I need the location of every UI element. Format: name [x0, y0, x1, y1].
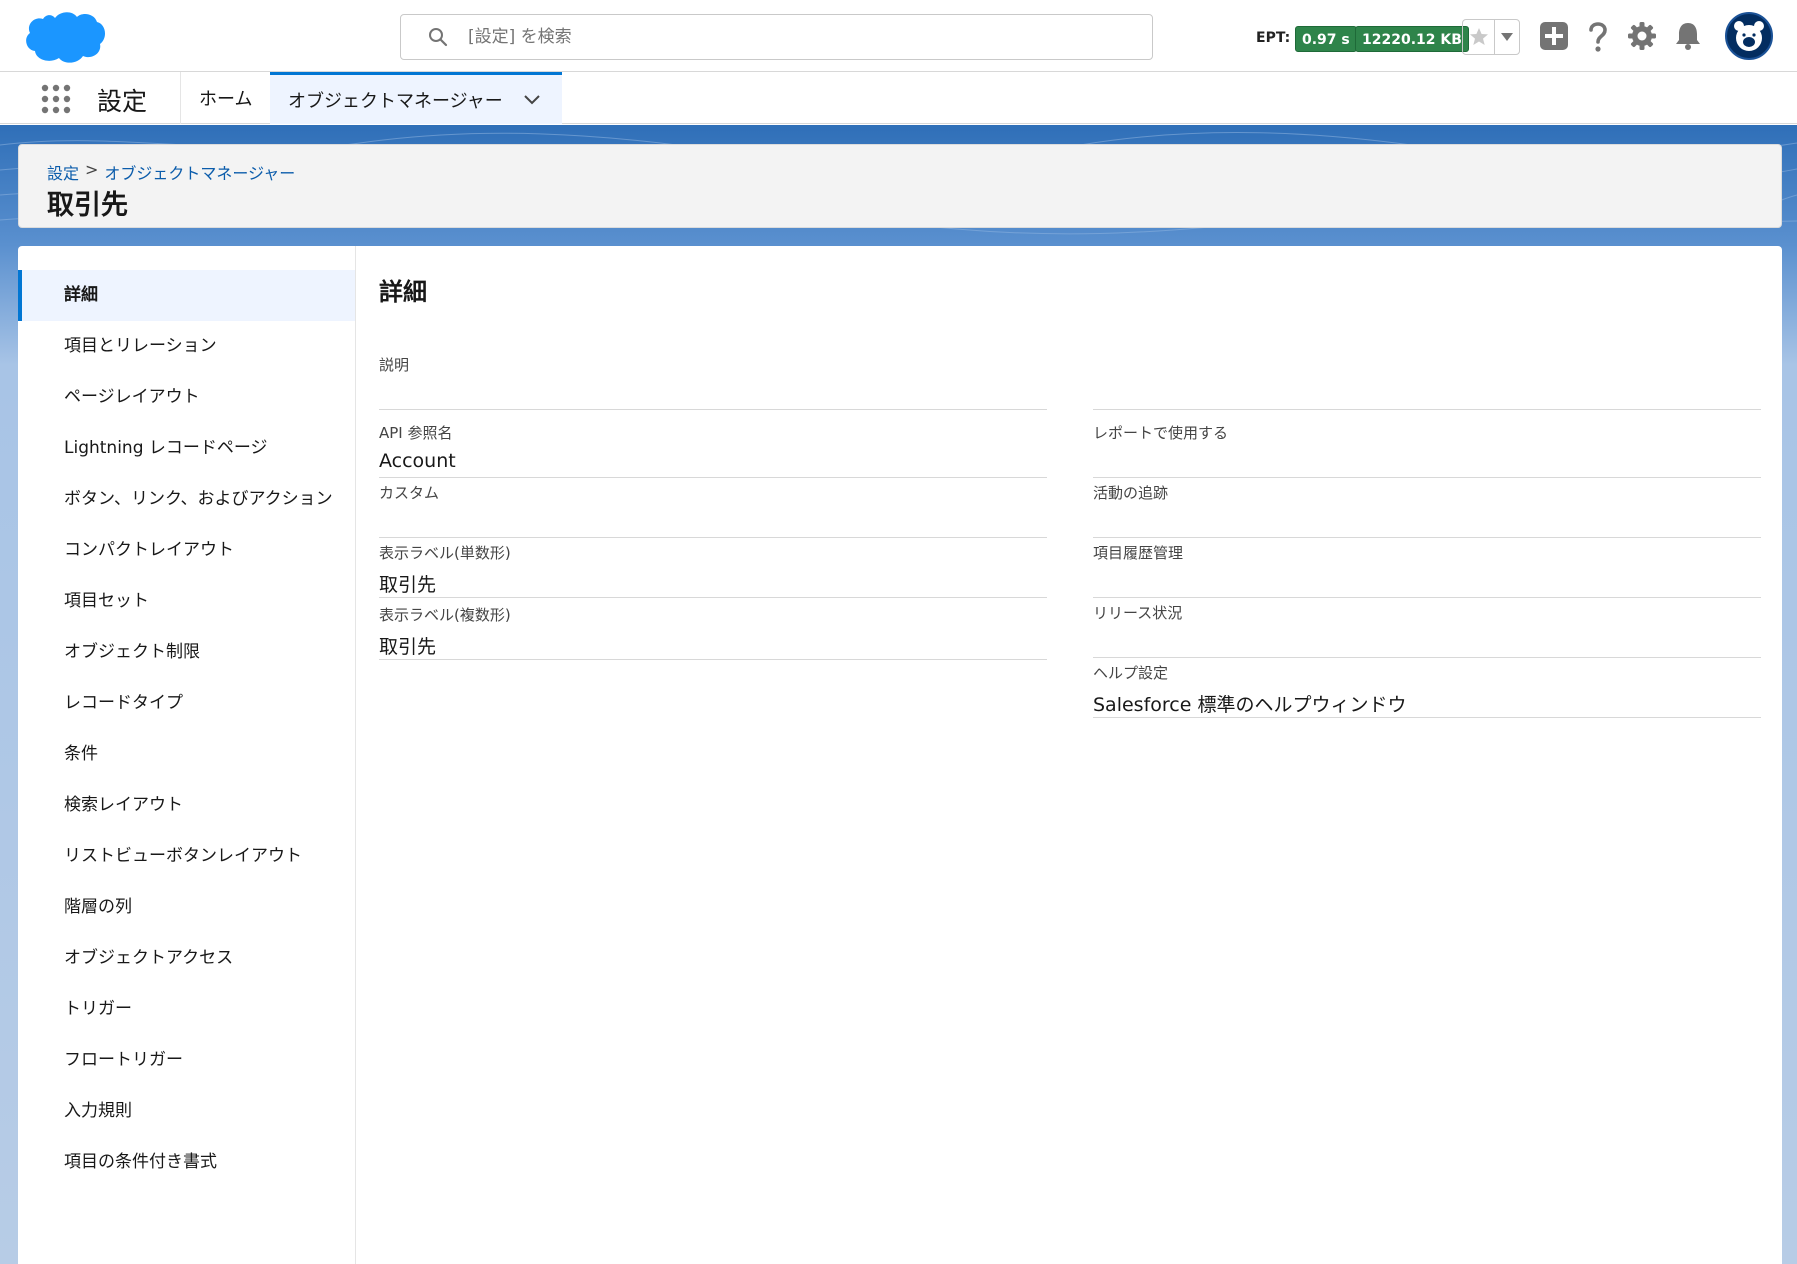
- sidebar-item[interactable]: 入力規則: [18, 1098, 355, 1125]
- field-value: 取引先: [379, 574, 437, 596]
- field-track-activities: 活動の追跡: [1093, 482, 1761, 538]
- sidebar-item[interactable]: 条件: [18, 741, 355, 768]
- app-name: 設定: [97, 87, 148, 116]
- sidebar-item[interactable]: 検索レイアウト: [18, 792, 355, 819]
- field-label-plural: 表示ラベル(複数形) 取引先: [379, 604, 1047, 660]
- add-icon[interactable]: [1536, 18, 1572, 54]
- sidebar-item[interactable]: フロートリガー: [18, 1047, 355, 1074]
- sidebar-item[interactable]: レコードタイプ: [18, 690, 355, 717]
- favorites-group: [1462, 19, 1520, 55]
- field-description: 説明: [379, 354, 1047, 410]
- breadcrumb: 設定 > オブジェクトマネージャー: [47, 160, 295, 184]
- ept-size-badge: 12220.12 KB: [1355, 26, 1469, 52]
- app-launcher-icon[interactable]: [40, 83, 72, 115]
- breadcrumb-separator: >: [85, 160, 99, 179]
- search-icon: [428, 27, 448, 47]
- field-label-singular: 表示ラベル(単数形) 取引先: [379, 542, 1047, 598]
- sidebar-item[interactable]: オブジェクトアクセス: [18, 945, 355, 972]
- favorite-star-button[interactable]: [1463, 20, 1495, 54]
- ept-time-badge: 0.97 s: [1295, 26, 1357, 52]
- field-allow-reports: レポートで使用する: [1093, 422, 1761, 478]
- sidebar-item[interactable]: 項目セット: [18, 588, 355, 615]
- sidebar-item[interactable]: ページレイアウト: [18, 384, 355, 411]
- bear-icon: [1734, 21, 1764, 51]
- breadcrumb-setup-link[interactable]: 設定: [47, 160, 79, 184]
- detail-section-title: 詳細: [379, 278, 427, 306]
- tab-object-manager-label: オブジェクトマネージャー: [288, 90, 503, 112]
- ept-label: EPT:: [1256, 30, 1291, 46]
- sidebar-item[interactable]: コンパクトレイアウト: [18, 537, 355, 564]
- field-label: 表示ラベル(単数形): [379, 544, 511, 562]
- sidebar-item[interactable]: 項目とリレーション: [18, 333, 355, 360]
- sidebar-list: 詳細項目とリレーション ページレイアウト Lightning レコードページ ボタン、…: [18, 270, 355, 1176]
- sidebar-item[interactable]: 階層の列: [18, 894, 355, 921]
- nav-divider: [180, 72, 181, 124]
- sidebar-item[interactable]: ボタン、リンク、およびアクション: [18, 486, 355, 513]
- global-header: EPT: 0.97 s 12220.12 KB: [0, 0, 1797, 72]
- field-description-right-line: [1093, 354, 1761, 410]
- sidebar-item[interactable]: Lightning レコードページ: [18, 435, 355, 462]
- page-header: 設定 > オブジェクトマネージャー 取引先: [18, 144, 1782, 228]
- bell-icon[interactable]: [1670, 18, 1706, 54]
- field-label: 項目履歴管理: [1093, 544, 1184, 562]
- field-api-name: API 参照名 Account: [379, 422, 1047, 478]
- field-label: レポートで使用する: [1093, 424, 1229, 442]
- field-description-label: 説明: [379, 356, 410, 374]
- breadcrumb-object-manager-link[interactable]: オブジェクトマネージャー: [104, 160, 295, 184]
- field-label: リリース状況: [1093, 604, 1183, 622]
- favorites-menu-button[interactable]: [1495, 20, 1519, 54]
- tab-object-manager[interactable]: オブジェクトマネージャー: [270, 72, 562, 124]
- field-label: 活動の追跡: [1093, 484, 1169, 502]
- sidebar-item[interactable]: 項目の条件付き書式: [18, 1149, 355, 1176]
- field-custom: カスタム: [379, 482, 1047, 538]
- sidebar-item[interactable]: 詳細: [18, 270, 355, 321]
- sidebar-item[interactable]: オブジェクト制限: [18, 639, 355, 666]
- star-icon: [1469, 28, 1488, 45]
- field-deployment-status: リリース状況: [1093, 602, 1761, 658]
- object-sidebar: 詳細項目とリレーション ページレイアウト Lightning レコードページ ボタン、…: [18, 246, 356, 1264]
- field-label: API 参照名: [379, 424, 453, 442]
- field-help-settings: ヘルプ設定 Salesforce 標準のヘルプウィンドウ: [1093, 662, 1761, 718]
- avatar[interactable]: [1725, 12, 1773, 60]
- field-label: 表示ラベル(複数形): [379, 606, 511, 624]
- search-input[interactable]: [468, 27, 1152, 47]
- sidebar-item[interactable]: リストビューボタンレイアウト: [18, 843, 355, 870]
- field-value: 取引先: [379, 636, 437, 658]
- sidebar-item[interactable]: トリガー: [18, 996, 355, 1023]
- object-detail-card: 詳細 項目とリレーション ページレイアウト Lightning レコードページ ボタン、…: [18, 246, 1782, 1264]
- field-label: カスタム: [379, 484, 440, 502]
- field-history-tracking: 項目履歴管理: [1093, 542, 1761, 598]
- field-value: Account: [379, 450, 456, 472]
- salesforce-logo[interactable]: [20, 8, 106, 66]
- chevron-down-icon: [1501, 33, 1513, 41]
- context-nav-bar: 設定 ホーム オブジェクトマネージャー: [0, 72, 1797, 124]
- global-search[interactable]: [400, 14, 1153, 60]
- page-title: 取引先: [47, 190, 128, 221]
- help-icon[interactable]: [1580, 18, 1616, 54]
- field-label: ヘルプ設定: [1093, 664, 1169, 682]
- chevron-down-icon: [524, 94, 540, 104]
- field-value: Salesforce 標準のヘルプウィンドウ: [1093, 694, 1407, 716]
- tab-home[interactable]: ホーム: [199, 72, 252, 124]
- gear-icon[interactable]: [1624, 18, 1660, 54]
